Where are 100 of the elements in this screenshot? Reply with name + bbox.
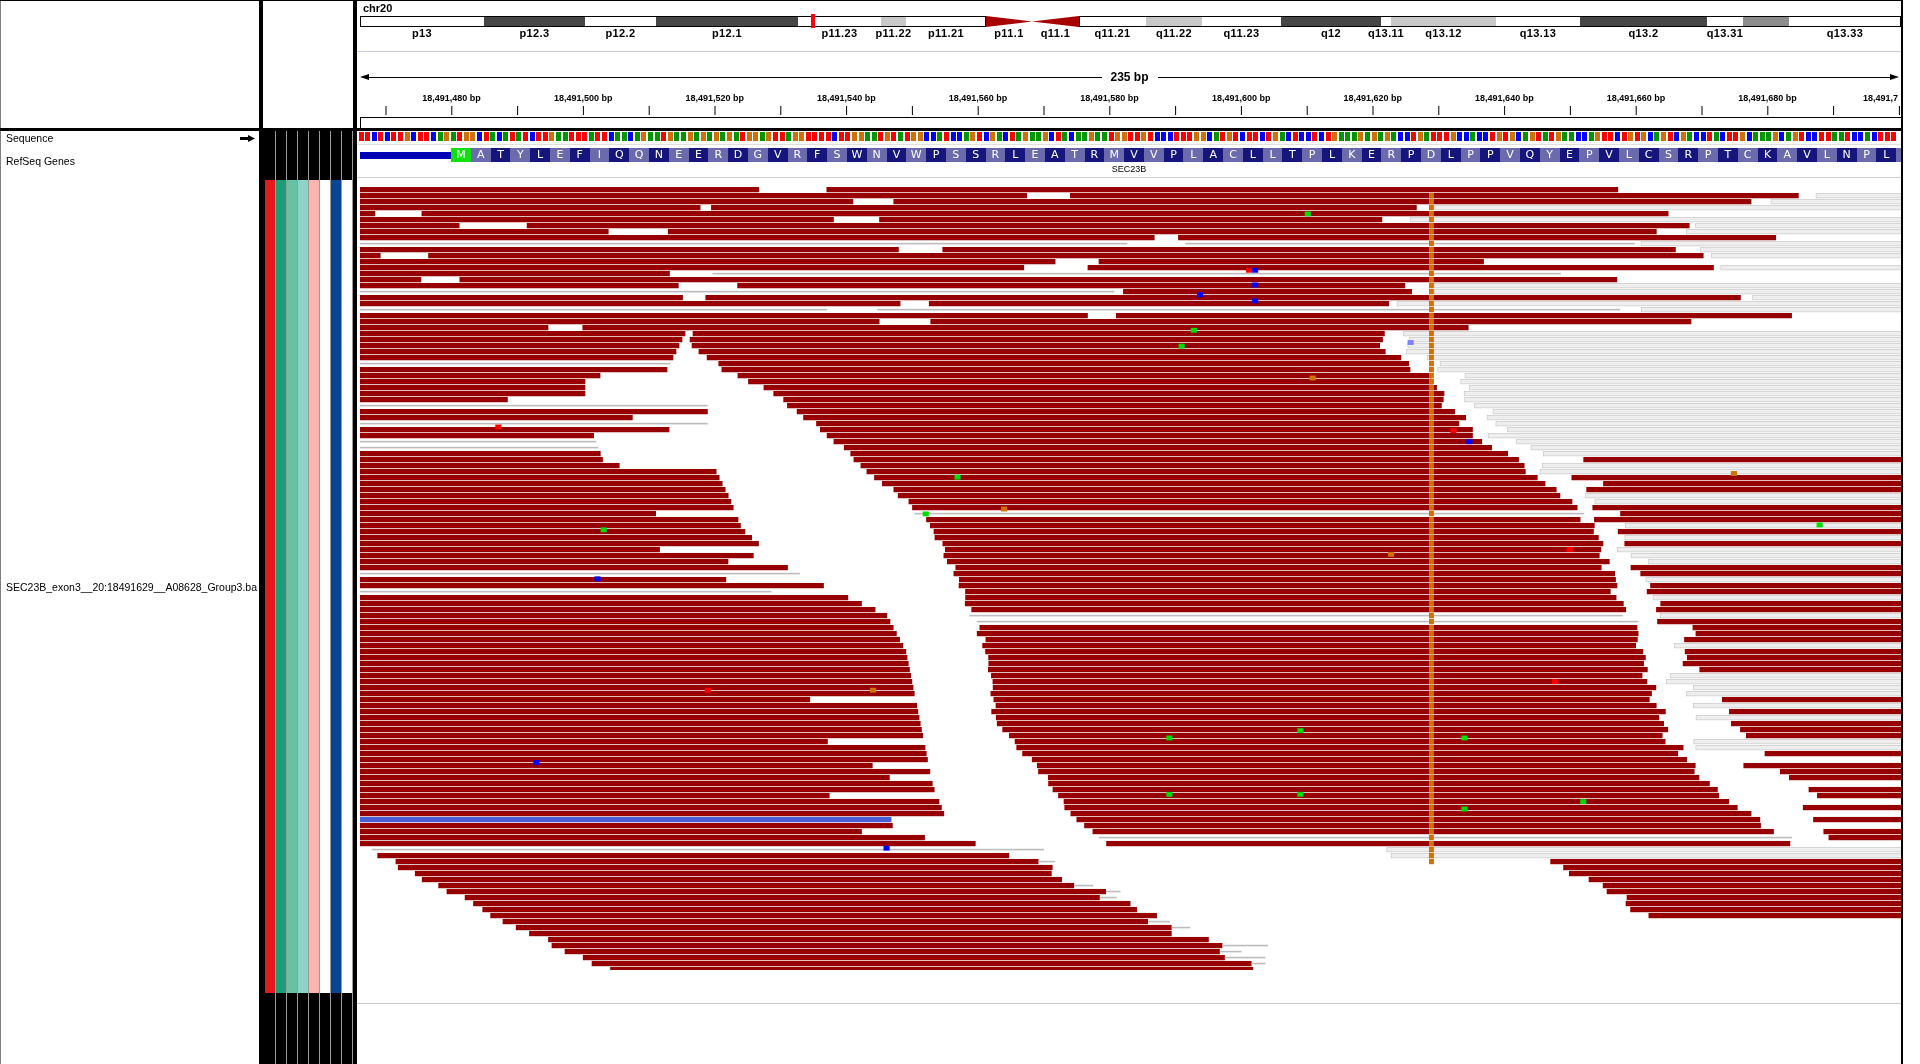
amino-acid: C	[1638, 148, 1659, 162]
amino-acid: L	[530, 148, 550, 162]
amino-acid: A	[470, 148, 491, 162]
amino-acid: P	[1163, 148, 1184, 162]
amino-acid: E	[1025, 148, 1045, 162]
amino-acid: R	[1678, 148, 1699, 162]
codon-block	[1896, 148, 1901, 162]
amino-acid: G	[747, 148, 768, 162]
amino-acid: R	[708, 148, 729, 162]
ruler-tick-label: 18,491,640 bp	[1475, 92, 1534, 104]
amino-acid: I	[589, 148, 610, 162]
band-label: p12.1	[711, 27, 743, 40]
amino-acid: T	[1718, 148, 1738, 162]
amino-acid: K	[1757, 148, 1778, 162]
current-region-marker	[811, 14, 815, 28]
amino-acid: P	[926, 148, 946, 162]
amino-acid: L	[1817, 148, 1837, 162]
ruler-tick-label: 18,491,480 bp	[422, 92, 481, 104]
amino-acid: V	[1143, 148, 1164, 162]
amino-acid: L	[1619, 148, 1639, 162]
amino-acid: W	[906, 148, 927, 162]
amino-acid: Y	[510, 148, 531, 162]
amino-acid: M	[451, 148, 471, 162]
amino-acid: S	[945, 148, 966, 162]
band-label: q11.22	[1155, 27, 1192, 40]
amino-acid: E	[668, 148, 689, 162]
band-label: p11.23	[821, 27, 858, 40]
amino-acid: S	[1658, 148, 1679, 162]
band-label: q13.33	[1826, 27, 1864, 40]
amino-acid: T	[1282, 148, 1303, 162]
chromosome-label: chr20	[363, 1, 393, 16]
amino-acid: P	[1579, 148, 1600, 162]
amino-acid: A	[1044, 148, 1065, 162]
amino-acid: C	[1223, 148, 1243, 162]
amino-acid: A	[1203, 148, 1224, 162]
track-name[interactable]: RefSeq Genes	[6, 155, 75, 168]
ruler-tick-label: 18,491,580 bp	[1080, 92, 1139, 104]
amino-acid: V	[1124, 148, 1144, 162]
amino-acid: F	[807, 148, 828, 162]
band-label: p13	[411, 27, 433, 40]
band-label: q13.31	[1706, 27, 1744, 40]
amino-acid: E	[688, 148, 709, 162]
band-label: q11.1	[1040, 27, 1071, 40]
amino-acid: V	[1500, 148, 1521, 162]
amino-acid: D	[1421, 148, 1441, 162]
view-width-label: 235 bp	[1110, 70, 1149, 84]
amino-acid: S	[827, 148, 847, 162]
band-label: q13.2	[1628, 27, 1659, 40]
amino-acid: E	[550, 148, 570, 162]
gene-name: SEC23B	[1111, 164, 1147, 174]
amino-acid: Q	[629, 148, 649, 162]
band-label: q11.23	[1223, 27, 1260, 40]
ruler-tick-label: 18,491,620 bp	[1343, 92, 1403, 104]
track-name[interactable]: SEC23B_exon3__20:18491629__A08628_Group3.ba	[6, 580, 258, 594]
amino-acid: P	[1302, 148, 1323, 162]
ruler-tick-label: 18,491,7	[1862, 92, 1898, 104]
band-label: p12.3	[519, 27, 550, 40]
amino-acid: E	[1361, 148, 1382, 162]
band-label: q13.11	[1368, 27, 1405, 40]
amino-acid: T	[1064, 148, 1085, 162]
amino-acid: W	[846, 148, 867, 162]
amino-acid: E	[1559, 148, 1580, 162]
amino-acid: R	[1381, 148, 1402, 162]
amino-acid: D	[728, 148, 748, 162]
amino-acid: L	[1322, 148, 1342, 162]
band-label: p12.2	[605, 27, 636, 40]
amino-acid: L	[1005, 148, 1026, 162]
amino-acid: P	[1480, 148, 1501, 162]
amino-acid: V	[1797, 148, 1817, 162]
amino-acid: R	[1084, 148, 1105, 162]
amino-acid: V	[886, 148, 907, 162]
track-name[interactable]: Sequence	[6, 131, 54, 145]
band-label: p11.22	[875, 27, 912, 40]
amino-acid: P	[1856, 148, 1877, 162]
ruler-tick-label: 18,491,560 bp	[948, 92, 1008, 104]
band-label: q11.21	[1094, 27, 1131, 40]
amino-acid: K	[1341, 148, 1362, 162]
amino-acid: M	[1104, 148, 1125, 162]
band-label: p11.21	[927, 27, 964, 40]
band-label: p11.1	[994, 27, 1024, 40]
amino-acid: A	[1777, 148, 1798, 162]
ruler-tick-label: 18,491,600 bp	[1211, 92, 1271, 104]
ruler-tick-label: 18,491,680 bp	[1738, 92, 1797, 104]
amino-acid: N	[866, 148, 887, 162]
amino-acid: S	[965, 148, 986, 162]
amino-acid: N	[1836, 148, 1857, 162]
amino-acid: Q	[609, 148, 630, 162]
amino-acid: P	[1401, 148, 1422, 162]
amino-acid: Y	[1539, 148, 1560, 162]
amino-acid: Q	[1520, 148, 1540, 162]
amino-acid: R	[985, 148, 1006, 162]
amino-acid: N	[648, 148, 669, 162]
amino-acid: T	[490, 148, 511, 162]
amino-acid: C	[1737, 148, 1758, 162]
band-label: q12	[1320, 27, 1342, 40]
amino-acid: L	[1242, 148, 1263, 162]
amino-acid: P	[1460, 148, 1481, 162]
ruler-tick-label: 18,491,660 bp	[1606, 92, 1666, 104]
amino-acid: L	[1262, 148, 1283, 162]
band-label: q13.13	[1519, 27, 1557, 40]
